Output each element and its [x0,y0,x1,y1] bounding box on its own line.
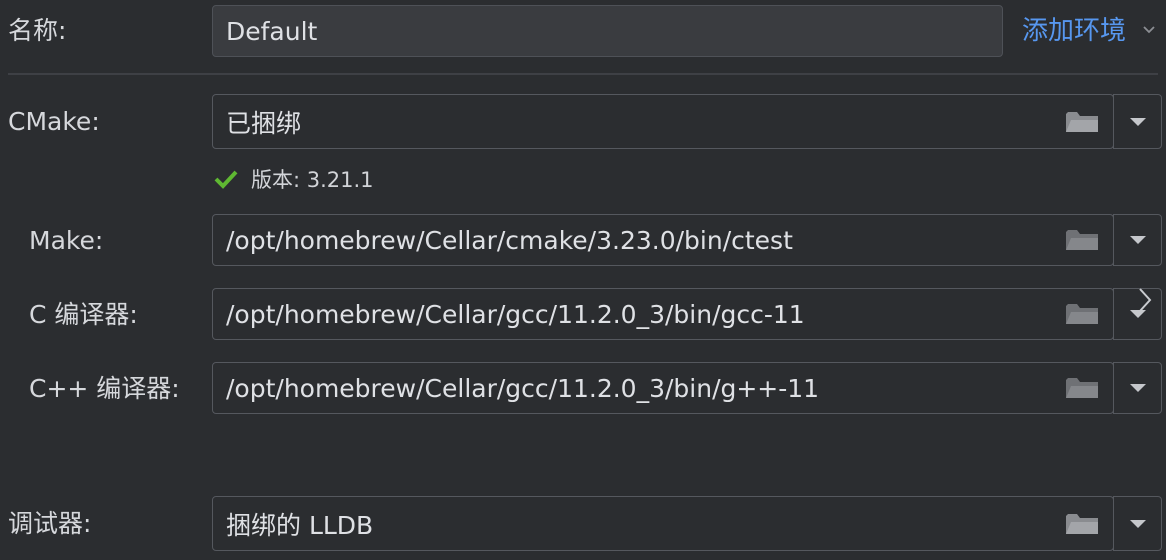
make-label: Make: [29,226,104,255]
chevron-right-icon[interactable] [1136,285,1156,315]
folder-icon[interactable] [1065,110,1099,134]
name-input-value: Default [226,16,318,46]
cmake-path-value: 已捆绑 [226,108,302,138]
make-path-field[interactable]: /opt/homebrew/Cellar/cmake/3.23.0/bin/ct… [212,214,1114,266]
cpp-compiler-label: C++ 编译器: [29,374,180,403]
cmake-label: CMake: [8,107,100,136]
dropdown-arrow-icon [1129,384,1146,392]
dropdown-arrow-icon [1129,519,1146,528]
folder-icon[interactable] [1065,302,1099,326]
cmake-path-field[interactable]: 已捆绑 [212,94,1114,149]
toolchain-settings-panel: 名称: Default 添加环境 CMake: 已捆绑 版本: 3.21.1 M… [0,0,1166,560]
add-environment-link[interactable]: 添加环境 [1022,15,1126,47]
c-compiler-path-value: /opt/homebrew/Cellar/gcc/11.2.0_3/bin/gc… [226,299,805,329]
folder-icon[interactable] [1065,376,1099,400]
folder-icon[interactable] [1065,228,1099,252]
cpp-compiler-dropdown-button[interactable] [1113,362,1162,414]
c-compiler-path-field[interactable]: /opt/homebrew/Cellar/gcc/11.2.0_3/bin/gc… [212,288,1114,340]
cmake-dropdown-button[interactable] [1113,94,1162,149]
debugger-field[interactable]: 捆绑的 LLDB [212,496,1114,551]
make-path-value: /opt/homebrew/Cellar/cmake/3.23.0/bin/ct… [226,225,793,255]
debugger-dropdown-button[interactable] [1113,496,1162,551]
separator [8,73,1158,75]
make-dropdown-button[interactable] [1113,214,1162,266]
chevron-down-icon[interactable] [1141,22,1157,38]
cpp-compiler-path-field[interactable]: /opt/homebrew/Cellar/gcc/11.2.0_3/bin/g+… [212,362,1114,414]
dropdown-arrow-icon [1129,236,1146,244]
check-icon [214,170,238,189]
name-input[interactable]: Default [212,5,1003,57]
debugger-label: 调试器: [8,509,92,538]
cmake-version-status: 版本: 3.21.1 [213,164,374,194]
dropdown-arrow-icon [1129,117,1146,126]
cmake-version-text: 版本: 3.21.1 [251,168,374,192]
name-label: 名称: [8,16,67,45]
debugger-value: 捆绑的 LLDB [226,510,374,540]
c-compiler-label: C 编译器: [29,300,138,329]
cpp-compiler-path-value: /opt/homebrew/Cellar/gcc/11.2.0_3/bin/g+… [226,373,820,403]
folder-icon[interactable] [1065,512,1099,536]
